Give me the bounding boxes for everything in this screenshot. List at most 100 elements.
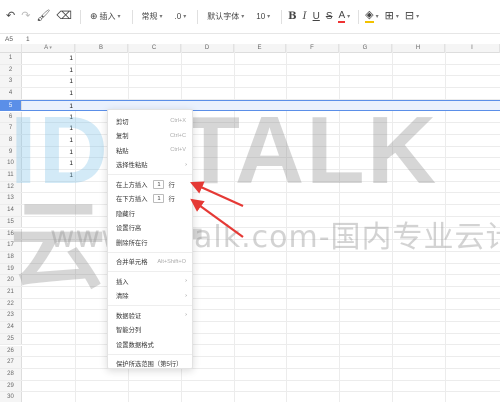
- underline-button[interactable]: U: [313, 7, 320, 27]
- table-row[interactable]: 23: [0, 310, 500, 323]
- menu-item-row-height[interactable]: 设置行高: [108, 221, 192, 236]
- row-header[interactable]: 1: [0, 53, 22, 64]
- bold-label: B: [288, 11, 297, 22]
- row-header[interactable]: 22: [0, 298, 22, 310]
- redo-icon[interactable]: ↷: [21, 7, 30, 27]
- undo-icon[interactable]: ↶: [6, 7, 15, 27]
- cell-a[interactable]: [22, 334, 75, 345]
- strikethrough-button[interactable]: S: [326, 7, 333, 27]
- menu-item-label: 插入: [116, 278, 129, 286]
- menu-item-hide-row[interactable]: 隐藏行: [108, 206, 192, 221]
- decimal-label: .0: [174, 12, 182, 21]
- row-header[interactable]: 3: [0, 76, 22, 88]
- menu-item-data-validation[interactable]: 数据验证 ›: [108, 308, 192, 323]
- menu-item-paste-special[interactable]: 选择性粘贴 ›: [108, 158, 192, 173]
- format-painter-icon[interactable]: 🖌︎: [36, 7, 50, 27]
- menu-item-cut[interactable]: 剪切 Ctrl+X: [108, 114, 192, 129]
- cell-a[interactable]: [22, 299, 75, 310]
- table-row[interactable]: 29: [0, 380, 500, 393]
- column-header-h[interactable]: H: [392, 44, 445, 53]
- eraser-icon[interactable]: ⌫: [56, 7, 72, 27]
- menu-item-label: 合并单元格: [116, 259, 148, 267]
- row-header[interactable]: 2: [0, 64, 22, 76]
- cell-a[interactable]: [22, 369, 75, 380]
- column-header-f[interactable]: F: [286, 44, 339, 53]
- column-header-g[interactable]: G: [339, 44, 392, 53]
- menu-item-delete-row[interactable]: 删除所在行: [108, 235, 192, 250]
- font-color-button[interactable]: A ▾: [338, 7, 350, 27]
- table-row[interactable]: 22: [0, 298, 500, 311]
- cell-a[interactable]: [22, 310, 75, 321]
- table-row[interactable]: 11: [0, 53, 500, 65]
- menu-item-label: 设置数据格式: [116, 341, 154, 349]
- decimal-dropdown[interactable]: .0 ▾: [172, 7, 190, 27]
- menu-item-label: 选择性粘贴: [116, 162, 148, 170]
- cell-reference[interactable]: A5: [0, 36, 22, 43]
- number-format-dropdown[interactable]: 常规 ▾: [139, 7, 166, 27]
- column-header-d[interactable]: D: [181, 44, 234, 53]
- cell-a[interactable]: 1: [22, 65, 75, 76]
- merge-cells-icon: ⊟: [404, 10, 415, 22]
- table-row[interactable]: 26: [0, 345, 500, 358]
- column-header-b[interactable]: B: [75, 44, 128, 53]
- table-row[interactable]: 31: [0, 76, 500, 89]
- insert-dropdown[interactable]: ⊕ 插入 ▾: [87, 7, 124, 27]
- border-button[interactable]: ⊞ ▾: [385, 7, 399, 27]
- row-header[interactable]: 26: [0, 345, 22, 357]
- menu-item-insert-below[interactable]: 在下方插入 1 行: [108, 192, 192, 207]
- table-row[interactable]: 28: [0, 368, 500, 381]
- row-unit-label: 行: [168, 181, 175, 189]
- italic-button[interactable]: I: [303, 7, 307, 27]
- row-header[interactable]: 25: [0, 333, 22, 345]
- cell-a[interactable]: [22, 381, 75, 392]
- menu-item-data-format[interactable]: 设置数据格式: [108, 337, 192, 352]
- menu-item-label: 剪切: [116, 118, 129, 126]
- column-header-c[interactable]: C: [128, 44, 181, 53]
- table-row[interactable]: 21: [0, 64, 500, 77]
- merge-button[interactable]: ⊟ ▾: [405, 7, 419, 27]
- cell-a[interactable]: [22, 322, 75, 333]
- insert-below-count-input[interactable]: 1: [153, 194, 165, 204]
- fill-color-button[interactable]: ◈ ▾: [365, 7, 379, 27]
- column-header-a[interactable]: A ▾: [22, 44, 75, 53]
- row-header[interactable]: 27: [0, 357, 22, 368]
- menu-item-paste[interactable]: 粘贴 Ctrl+V: [108, 143, 192, 158]
- table-row[interactable]: 27: [0, 357, 500, 369]
- cell-a[interactable]: [22, 357, 75, 368]
- row-header[interactable]: 30: [0, 392, 22, 402]
- cell-a[interactable]: [22, 346, 75, 357]
- cell-a[interactable]: 1: [22, 53, 75, 64]
- row-header[interactable]: 24: [0, 322, 22, 333]
- menu-item-copy[interactable]: 复制 Ctrl+C: [108, 129, 192, 144]
- cell-a[interactable]: [22, 392, 75, 402]
- cell-a[interactable]: 1: [22, 76, 75, 87]
- menu-item-clear[interactable]: 清除 ›: [108, 289, 192, 304]
- insert-above-count-input[interactable]: 1: [153, 179, 165, 189]
- row-header[interactable]: 23: [0, 310, 22, 322]
- context-menu: 剪切 Ctrl+X 复制 Ctrl+C 粘贴 Ctrl+V 选择性粘贴 › 在上方插入 1…: [107, 109, 193, 369]
- column-header-e[interactable]: E: [234, 44, 286, 53]
- column-header-i[interactable]: I: [445, 44, 500, 53]
- menu-item-insert-above[interactable]: 在上方插入 1 行: [108, 177, 192, 192]
- row-header[interactable]: 28: [0, 368, 22, 380]
- formula-input[interactable]: 1: [22, 36, 30, 43]
- table-row[interactable]: 24: [0, 322, 500, 334]
- font-family-dropdown[interactable]: 默认字体 ▾: [204, 7, 247, 27]
- font-color-label: A: [338, 9, 346, 23]
- menu-item-smart-split[interactable]: 智能分列: [108, 323, 192, 338]
- table-row[interactable]: 30: [0, 392, 500, 402]
- chevron-down-icon: ▾: [183, 14, 187, 20]
- bold-button[interactable]: B: [288, 7, 296, 27]
- table-row[interactable]: 25: [0, 333, 500, 346]
- select-all-corner[interactable]: [0, 44, 22, 53]
- font-size-dropdown[interactable]: 10 ▾: [253, 7, 273, 27]
- menu-item-merge-cells[interactable]: 合并单元格 Alt+Shift+O: [108, 255, 192, 270]
- row-header[interactable]: 29: [0, 380, 22, 392]
- filter-caret-icon[interactable]: ▾: [49, 45, 52, 51]
- menu-item-label: 复制: [116, 133, 129, 141]
- row-unit-label: 行: [168, 196, 175, 204]
- menu-item-protect-range[interactable]: 保护所选范围（第5行）: [108, 357, 192, 372]
- italic-label: I: [302, 11, 307, 22]
- menu-divider: [108, 174, 192, 175]
- menu-item-insert[interactable]: 插入 ›: [108, 274, 192, 289]
